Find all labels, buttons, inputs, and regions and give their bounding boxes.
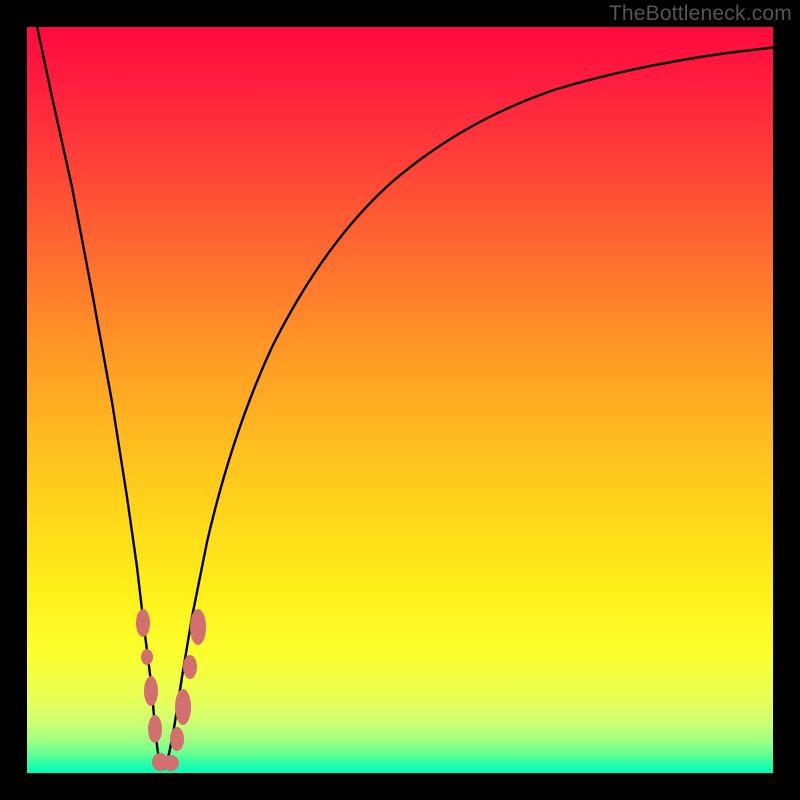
marker-bead bbox=[183, 655, 197, 679]
marker-bead bbox=[190, 609, 206, 645]
marker-bead bbox=[175, 689, 191, 725]
watermark-text: TheBottleneck.com bbox=[609, 2, 792, 26]
marker-bead bbox=[163, 755, 179, 771]
marker-bead bbox=[141, 649, 153, 665]
chart-plot-area bbox=[27, 27, 773, 773]
marker-bead bbox=[170, 727, 184, 751]
chart-svg-layer bbox=[27, 27, 773, 773]
marker-bead bbox=[144, 676, 158, 706]
marker-bead bbox=[148, 715, 162, 743]
marker-bead bbox=[136, 609, 150, 637]
